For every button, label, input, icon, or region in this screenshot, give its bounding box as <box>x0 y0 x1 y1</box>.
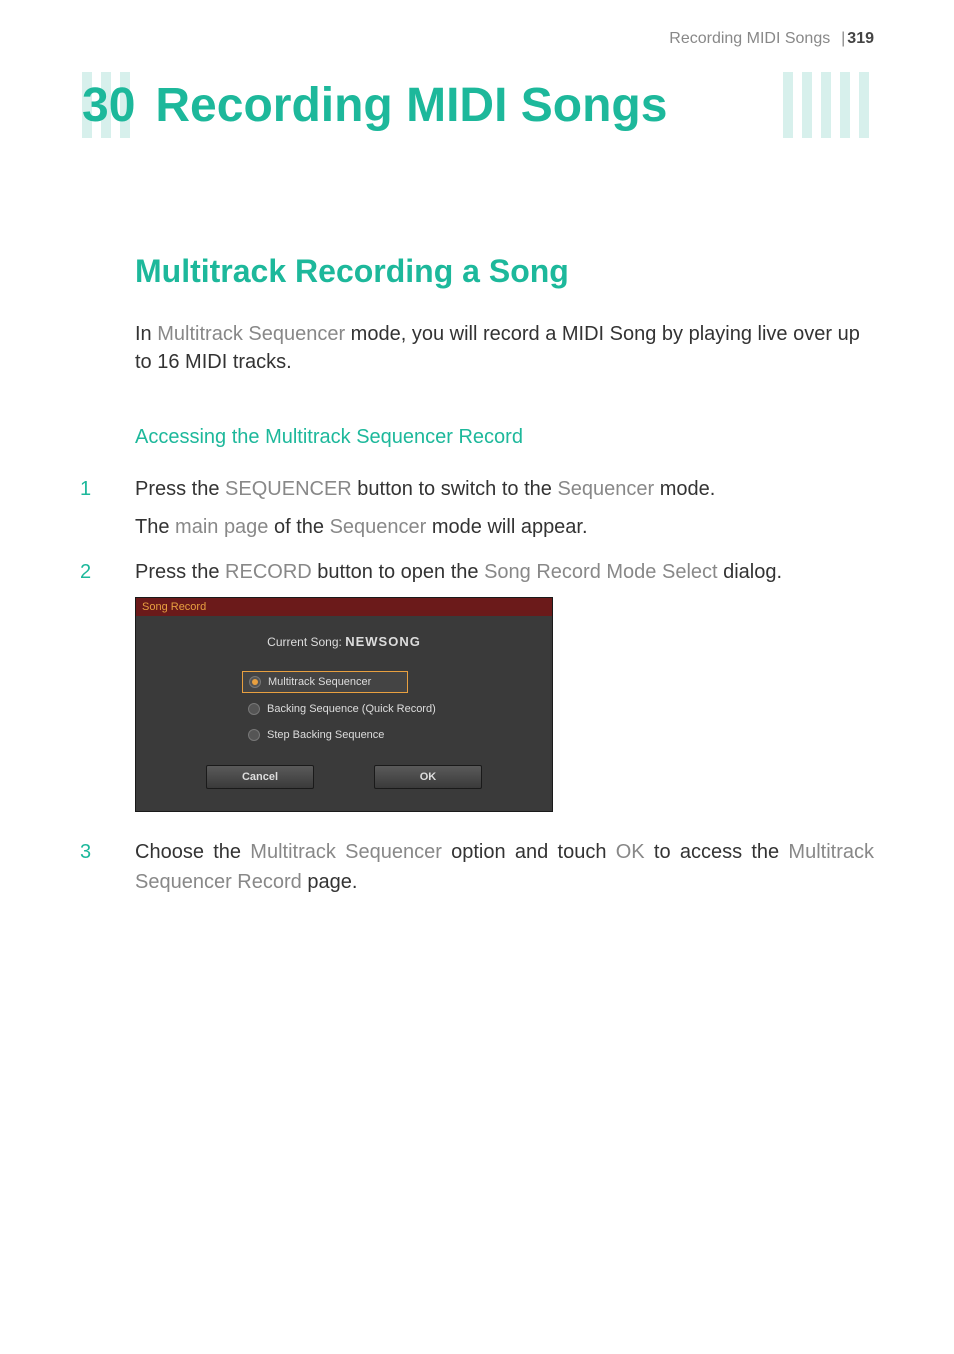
step-number: 3 <box>80 837 135 897</box>
chapter-title: Recording MIDI Songs <box>155 78 667 133</box>
substep-text-emphasis: main page <box>175 516 268 538</box>
step-1-sub: The main page of the Sequencer mode will… <box>135 512 874 542</box>
header-divider: | <box>837 30 846 47</box>
current-song-label-text: Current Song: <box>267 635 345 649</box>
page-header: Recording MIDI Songs |319 <box>80 30 874 48</box>
step-text-part: Choose the <box>135 841 250 863</box>
ok-button[interactable]: OK <box>374 765 482 789</box>
substep-text-part: mode will appear. <box>426 516 587 538</box>
step-text: Press the RECORD button to open the Song… <box>135 557 874 587</box>
header-breadcrumb: Recording MIDI Songs <box>669 30 830 47</box>
step-number: 2 <box>80 557 135 587</box>
step-1: 1 Press the SEQUENCER button to switch t… <box>80 474 874 504</box>
radio-option-multitrack[interactable]: Multitrack Sequencer <box>242 671 408 693</box>
step-text-emphasis: RECORD <box>225 561 312 583</box>
substep-text-part: The <box>135 516 175 538</box>
step-text-part: Press the <box>135 478 225 500</box>
step-text-emphasis: Sequencer <box>557 478 654 500</box>
step-text-part: dialog. <box>718 561 783 583</box>
step-text-emphasis: SEQUENCER <box>225 478 352 500</box>
radio-label: Backing Sequence (Quick Record) <box>267 703 436 715</box>
step-text-part: page. <box>302 871 358 893</box>
radio-group: Multitrack Sequencer Backing Sequence (Q… <box>242 671 542 745</box>
radio-icon <box>248 729 260 741</box>
current-song-value: NEWSONG <box>345 634 421 649</box>
chapter-number: 30 <box>82 78 135 133</box>
section-title: Multitrack Recording a Song <box>135 253 874 290</box>
radio-label: Step Backing Sequence <box>267 729 384 741</box>
step-text-part: Press the <box>135 561 225 583</box>
step-2: 2 Press the RECORD button to open the So… <box>80 557 874 587</box>
substep-text-emphasis: Sequencer <box>330 516 427 538</box>
step-text-emphasis: Multitrack Sequencer <box>250 841 442 863</box>
dialog-buttons: Cancel OK <box>146 765 542 801</box>
step-text-part: mode. <box>654 478 715 500</box>
dialog-titlebar: Song Record <box>136 598 552 616</box>
cancel-button[interactable]: Cancel <box>206 765 314 789</box>
radio-option-backing[interactable]: Backing Sequence (Quick Record) <box>242 699 542 719</box>
dialog-body: Current Song: NEWSONG Multitrack Sequenc… <box>136 616 552 811</box>
step-text-part: button to switch to the <box>352 478 558 500</box>
step-text: Press the SEQUENCER button to switch to … <box>135 474 874 504</box>
radio-option-step[interactable]: Step Backing Sequence <box>242 725 542 745</box>
step-text-emphasis: Song Record Mode Select <box>484 561 717 583</box>
radio-icon <box>249 676 261 688</box>
intro-text-emphasis: Multitrack Sequencer <box>157 323 345 345</box>
step-text: Choose the Multitrack Sequencer option a… <box>135 837 874 897</box>
step-text-part: option and touch <box>442 841 616 863</box>
subsection-title: Accessing the Multitrack Sequencer Recor… <box>135 426 874 449</box>
page-number: 319 <box>847 30 874 47</box>
step-text-part: button to open the <box>312 561 484 583</box>
radio-label: Multitrack Sequencer <box>268 676 371 688</box>
current-song-label: Current Song: NEWSONG <box>146 634 542 649</box>
chapter-title-container: 30 Recording MIDI Songs <box>80 78 874 133</box>
section-intro: In Multitrack Sequencer mode, you will r… <box>135 320 874 376</box>
radio-icon <box>248 703 260 715</box>
substep-text-part: of the <box>268 516 329 538</box>
step-text-emphasis: OK <box>616 841 645 863</box>
intro-text-pre: In <box>135 323 157 345</box>
song-record-dialog: Song Record Current Song: NEWSONG Multit… <box>135 597 553 812</box>
step-number: 1 <box>80 474 135 504</box>
step-text-part: to access the <box>645 841 789 863</box>
dialog-screenshot: Song Record Current Song: NEWSONG Multit… <box>135 597 874 812</box>
chapter-heading: 30 Recording MIDI Songs <box>80 78 874 133</box>
step-3: 3 Choose the Multitrack Sequencer option… <box>80 837 874 897</box>
